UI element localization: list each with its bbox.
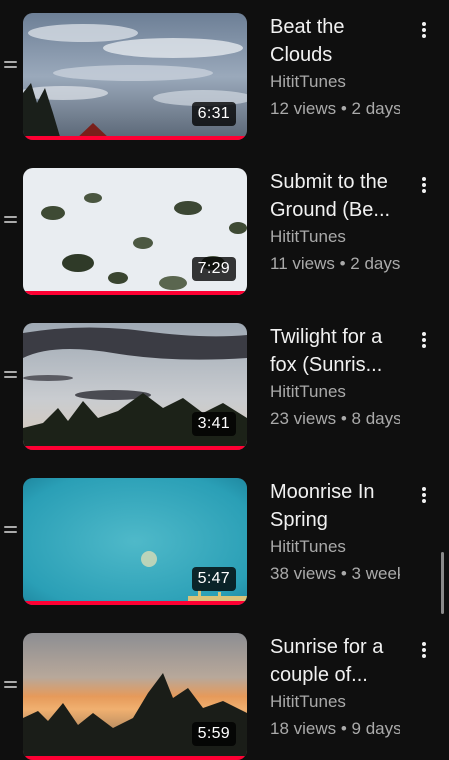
channel-name: HititTunes xyxy=(270,692,346,711)
channel-name: HititTunes xyxy=(270,227,346,246)
video-meta[interactable]: Submit to the Ground (Be... HititTunes 11… xyxy=(270,168,410,275)
video-title[interactable]: Moonrise In Spring xyxy=(270,478,410,534)
video-title-line: Beat the xyxy=(270,16,345,38)
watch-progress-bar xyxy=(23,756,247,760)
video-title-line: couple of... xyxy=(270,664,368,686)
video-thumbnail[interactable]: 5:47 xyxy=(23,478,247,605)
video-title-line: Twilight for a xyxy=(270,326,383,348)
video-title-line: Spring xyxy=(270,509,328,531)
drag-handle-icon[interactable] xyxy=(4,678,18,692)
video-title-line: Moonrise In xyxy=(270,481,375,503)
video-title-line: Sunrise for a xyxy=(270,636,384,658)
drag-handle-icon[interactable] xyxy=(4,523,18,537)
drag-handle-icon[interactable] xyxy=(4,58,18,72)
playlist-item[interactable]: 5:59 Sunrise for a couple of... HititTune… xyxy=(0,620,449,760)
playlist-item[interactable]: 5:47 Moonrise In Spring HititTunes 38 vie… xyxy=(0,465,449,605)
watch-progress-bar xyxy=(23,601,247,605)
video-thumbnail[interactable]: 5:59 xyxy=(23,633,247,760)
video-title[interactable]: Sunrise for a couple of... xyxy=(270,633,410,689)
watch-progress-bar xyxy=(23,446,247,450)
playlist-item[interactable]: 6:31 Beat the Clouds HititTunes 12 views … xyxy=(0,0,449,140)
drag-handle-icon[interactable] xyxy=(4,368,18,382)
video-stats: 18 views • 9 days ago xyxy=(270,719,400,738)
playlist-item[interactable]: 3:41 Twilight for a fox (Sunris... HititT… xyxy=(0,310,449,450)
channel-name: HititTunes xyxy=(270,72,346,91)
duration-badge: 5:59 xyxy=(191,722,236,746)
video-title-line: Ground (Be... xyxy=(270,199,391,221)
video-meta[interactable]: Moonrise In Spring HititTunes 38 views • … xyxy=(270,478,410,585)
video-title[interactable]: Submit to the Ground (Be... xyxy=(270,168,410,224)
video-stats: 12 views • 2 days ago xyxy=(270,99,400,118)
video-meta[interactable]: Sunrise for a couple of... HititTunes 18 … xyxy=(270,633,410,740)
video-title[interactable]: Beat the Clouds xyxy=(270,13,410,69)
duration-badge: 5:47 xyxy=(191,567,236,591)
video-title-line: Clouds xyxy=(270,44,333,66)
watch-progress-bar xyxy=(23,291,247,295)
channel-name: HititTunes xyxy=(270,382,346,401)
video-title-line: Submit to the xyxy=(270,171,388,193)
drag-handle-icon[interactable] xyxy=(4,213,18,227)
video-title[interactable]: Twilight for a fox (Sunris... xyxy=(270,323,410,379)
video-thumbnail[interactable]: 6:31 xyxy=(23,13,247,140)
video-thumbnail[interactable]: 7:29 xyxy=(23,168,247,295)
video-stats: 11 views • 2 days ago xyxy=(270,254,400,273)
playlist-item[interactable]: 7:29 Submit to the Ground (Be... HititTun… xyxy=(0,155,449,295)
watch-progress-bar xyxy=(23,136,247,140)
duration-badge: 3:41 xyxy=(191,412,236,436)
video-title-line: fox (Sunris... xyxy=(270,354,383,376)
video-thumbnail[interactable]: 3:41 xyxy=(23,323,247,450)
more-options-icon[interactable] xyxy=(416,175,432,195)
more-options-icon[interactable] xyxy=(416,330,432,350)
more-options-icon[interactable] xyxy=(416,20,432,40)
channel-name: HititTunes xyxy=(270,537,346,556)
video-stats: 23 views • 8 days ago xyxy=(270,409,400,428)
duration-badge: 6:31 xyxy=(191,102,236,126)
video-meta[interactable]: Beat the Clouds HititTunes 12 views • 2 d… xyxy=(270,13,410,120)
more-options-icon[interactable] xyxy=(416,640,432,660)
duration-badge: 7:29 xyxy=(191,257,236,281)
video-stats: 38 views • 3 weeks ago xyxy=(270,564,400,583)
more-options-icon[interactable] xyxy=(416,485,432,505)
video-meta[interactable]: Twilight for a fox (Sunris... HititTunes … xyxy=(270,323,410,430)
scrollbar-thumb[interactable] xyxy=(441,552,444,614)
